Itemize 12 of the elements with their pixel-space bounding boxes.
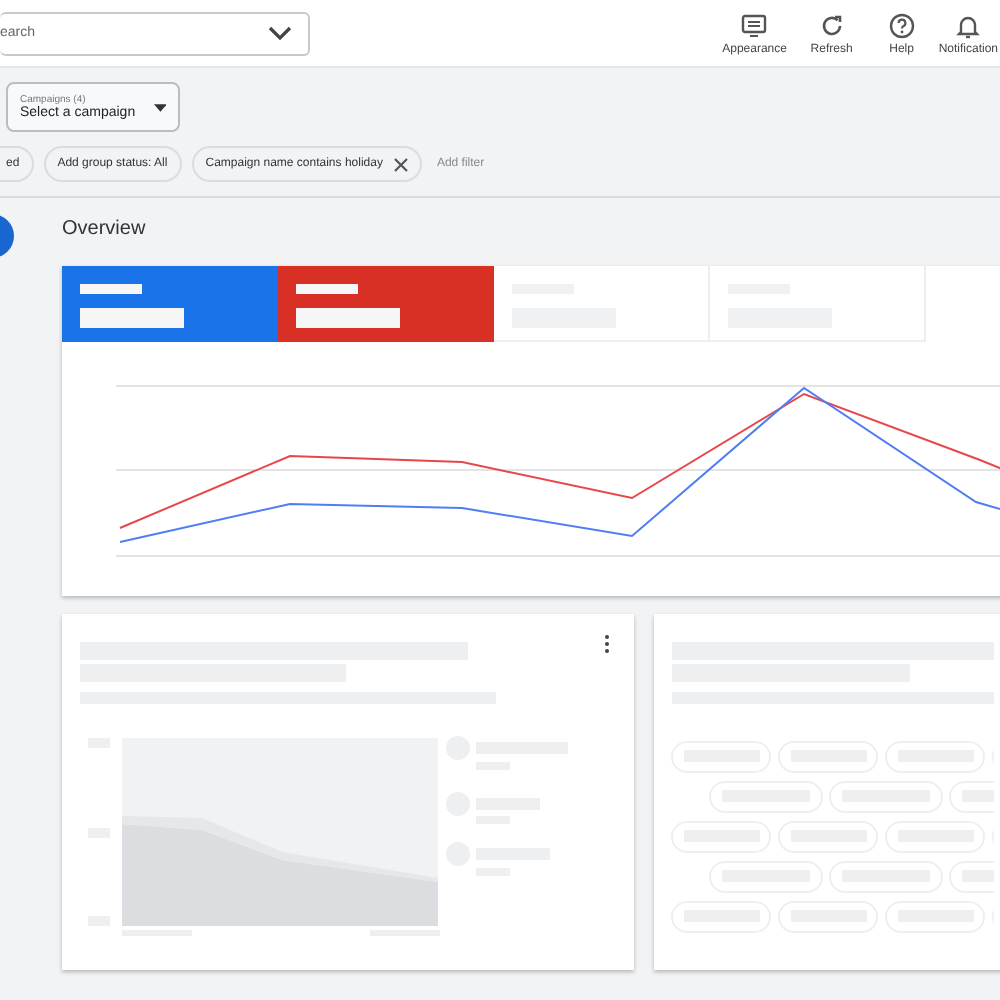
more-options-icon[interactable] — [604, 634, 610, 654]
metric-tile[interactable] — [278, 266, 494, 342]
help-icon — [887, 11, 916, 39]
bell-icon — [954, 11, 983, 39]
chevron-down-icon — [268, 25, 292, 41]
close-icon[interactable] — [394, 157, 409, 171]
caret-icon — [153, 103, 166, 111]
metric-tile[interactable] — [494, 266, 710, 342]
monitor-icon — [740, 11, 769, 39]
refresh-icon — [817, 11, 846, 39]
metric-tile[interactable] — [62, 266, 278, 342]
section-title: Overview — [62, 218, 148, 244]
